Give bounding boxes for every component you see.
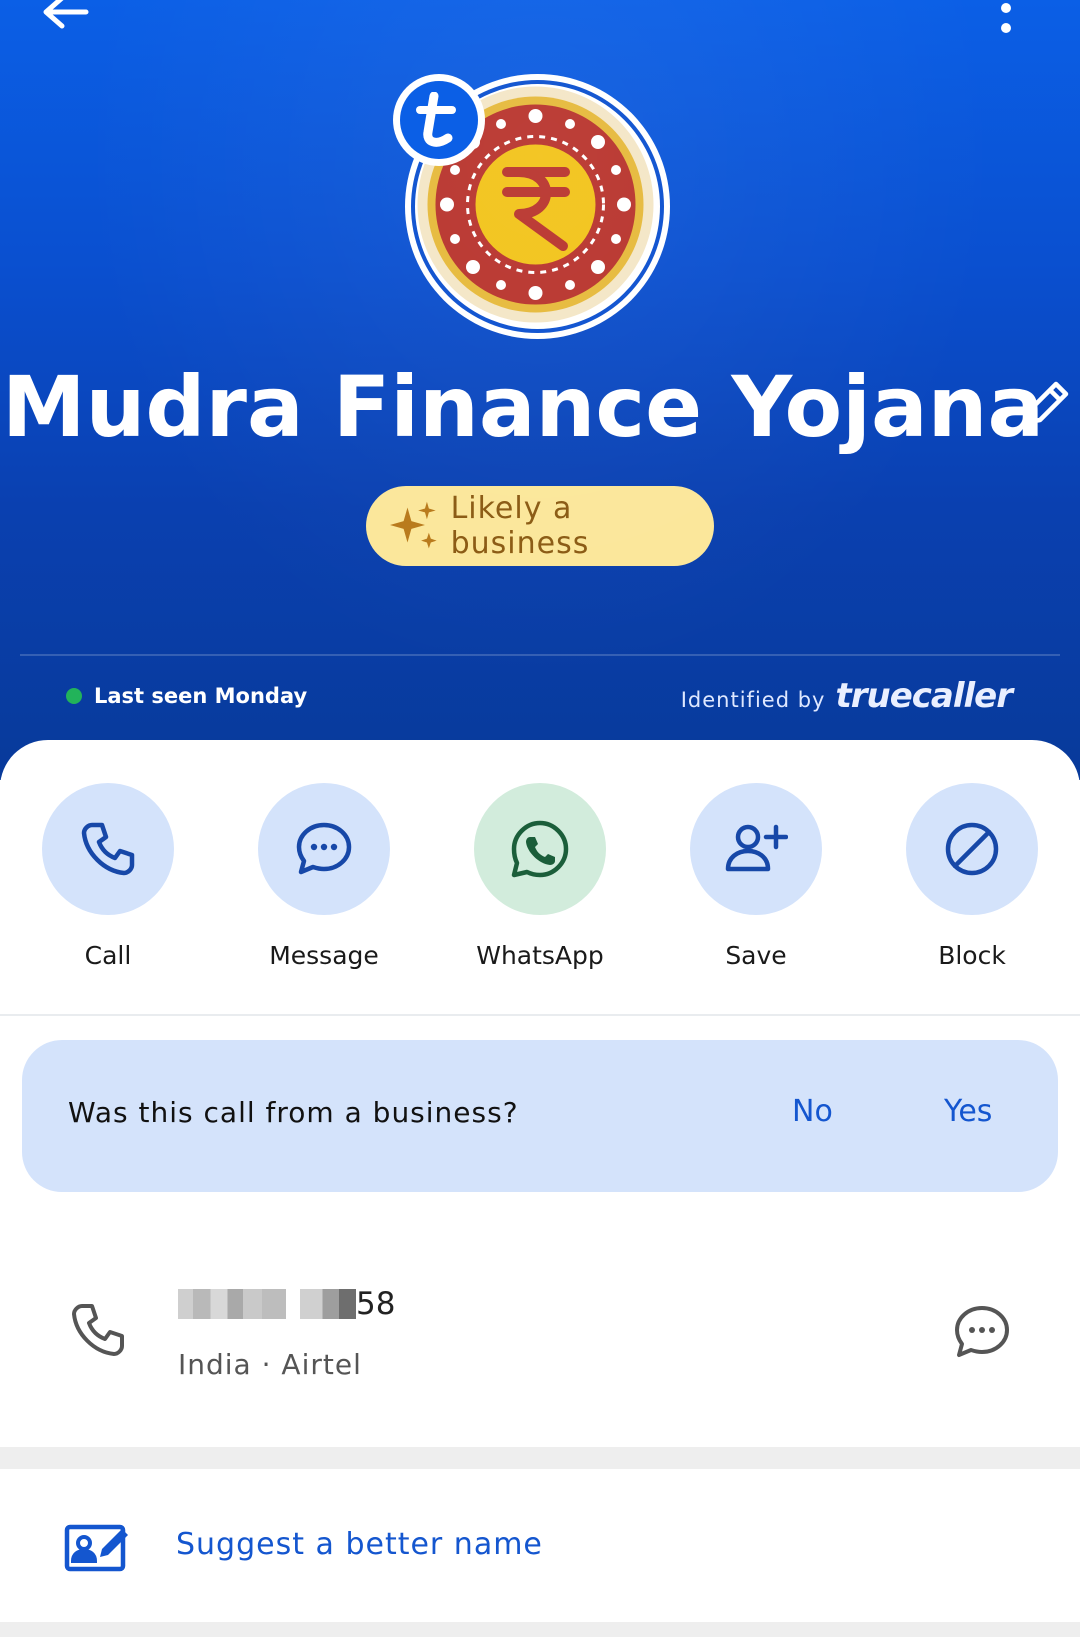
whatsapp-icon bbox=[511, 820, 569, 878]
save-label: Save bbox=[725, 941, 787, 970]
last-seen-status: Last seen Monday bbox=[66, 684, 307, 708]
whatsapp-label: WhatsApp bbox=[476, 941, 604, 970]
online-dot-icon bbox=[66, 688, 82, 704]
message-action[interactable]: Message bbox=[216, 783, 432, 973]
truecaller-logo: truecaller bbox=[835, 676, 1013, 716]
block-action[interactable]: Block bbox=[864, 783, 1080, 973]
chat-icon bbox=[296, 822, 352, 875]
business-survey-card: Was this call from a business? No Yes bbox=[22, 1040, 1058, 1192]
send-message-button[interactable] bbox=[952, 1302, 1012, 1362]
sparkle-icon bbox=[390, 501, 437, 549]
call-label: Call bbox=[84, 941, 132, 970]
pencil-icon bbox=[1025, 381, 1069, 425]
phone-number-row[interactable]: 58 India · Airtel bbox=[0, 1250, 1080, 1400]
edit-name-button[interactable] bbox=[1020, 378, 1072, 430]
suggest-name-label: Suggest a better name bbox=[176, 1527, 543, 1562]
call-action[interactable]: Call bbox=[0, 783, 216, 973]
block-icon bbox=[945, 822, 999, 876]
survey-yes-button[interactable]: Yes bbox=[944, 1094, 992, 1129]
phone-icon bbox=[81, 822, 135, 876]
truecaller-badge bbox=[393, 74, 485, 166]
more-vertical-icon bbox=[1001, 3, 1011, 33]
edit-contact-icon bbox=[64, 1524, 128, 1572]
quick-actions: Call Message WhatsApp Save Block bbox=[0, 783, 1080, 973]
contact-name: Mudra Finance Yojana bbox=[2, 358, 1045, 456]
phone-number: 58 bbox=[178, 1286, 395, 1322]
back-button[interactable] bbox=[38, 0, 98, 40]
block-label: Block bbox=[938, 941, 1006, 970]
identified-prefix: Identified by bbox=[680, 688, 826, 712]
section-gap bbox=[0, 1447, 1080, 1469]
carrier-info: India · Airtel bbox=[178, 1348, 362, 1381]
header-divider bbox=[20, 654, 1060, 656]
section-divider bbox=[0, 1014, 1080, 1016]
business-badge: Likely a business bbox=[366, 486, 714, 566]
bottom-gap bbox=[0, 1622, 1080, 1637]
suggest-name-row[interactable]: Suggest a better name bbox=[0, 1469, 1080, 1629]
survey-no-button[interactable]: No bbox=[792, 1094, 833, 1129]
survey-question: Was this call from a business? bbox=[68, 1096, 519, 1129]
add-contact-icon bbox=[725, 824, 788, 872]
arrow-left-icon bbox=[43, 0, 89, 29]
phone-number-suffix: 58 bbox=[356, 1286, 396, 1322]
whatsapp-action[interactable]: WhatsApp bbox=[432, 783, 648, 973]
avatar[interactable] bbox=[393, 74, 675, 344]
phone-icon bbox=[72, 1304, 124, 1356]
identified-by: Identified by truecaller bbox=[680, 676, 1013, 716]
redacted-digits bbox=[300, 1289, 356, 1319]
message-label: Message bbox=[269, 941, 379, 970]
chat-icon bbox=[955, 1306, 1009, 1357]
redacted-digits bbox=[178, 1289, 286, 1319]
profile-header: Mudra Finance Yojana Likely a business L… bbox=[0, 0, 1080, 780]
save-action[interactable]: Save bbox=[648, 783, 864, 973]
business-badge-label: Likely a business bbox=[450, 491, 590, 561]
last-seen-text: Last seen Monday bbox=[94, 684, 308, 708]
truecaller-t-icon bbox=[416, 92, 456, 147]
contact-name-row: Mudra Finance Yojana bbox=[0, 352, 1080, 462]
more-options-button[interactable] bbox=[996, 2, 1016, 42]
